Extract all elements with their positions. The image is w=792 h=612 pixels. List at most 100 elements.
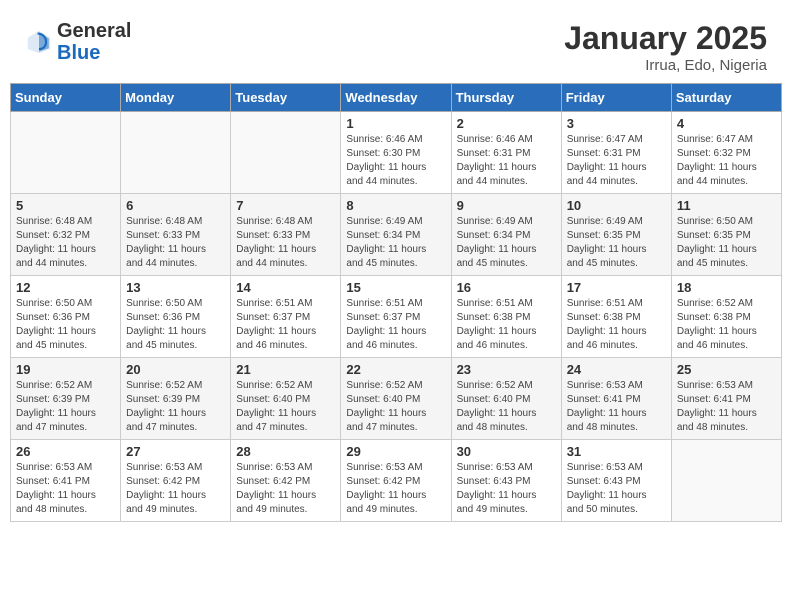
day-cell: 6 Sunrise: 6:48 AM Sunset: 6:33 PM Daylig… xyxy=(121,194,231,276)
day-number: 19 xyxy=(16,362,115,377)
day-cell: 19 Sunrise: 6:52 AM Sunset: 6:39 PM Dayli… xyxy=(11,358,121,440)
day-number: 6 xyxy=(126,198,225,213)
weekday-header-saturday: Saturday xyxy=(671,84,781,112)
day-cell: 22Sunrise: 6:52 AM Sunset: 6:40 PM Dayli… xyxy=(341,358,451,440)
day-info: Sunrise: 6:49 AM Sunset: 6:34 PM Dayligh… xyxy=(346,215,445,271)
day-info: Sunrise: 6:53 AM Sunset: 6:43 PM Dayligh… xyxy=(457,461,556,517)
day-number: 10 xyxy=(567,198,666,213)
day-cell: 29 Sunrise: 6:53 AM Sunset: 6:42 PM Dayli… xyxy=(341,440,451,522)
title-block: January 2025 Irrua, Edo, Nigeria xyxy=(564,20,767,74)
day-cell: 13 Sunrise: 6:50 AM Sunset: 6:36 PM Dayli… xyxy=(121,276,231,358)
day-number: 14 xyxy=(236,280,335,295)
day-number: 5 xyxy=(16,198,115,213)
day-info: Sunrise: 6:47 AM Sunset: 6:32 PM Dayligh… xyxy=(677,133,776,189)
day-info: Sunrise: 6:48 AM Sunset: 6:32 PM Dayligh… xyxy=(16,215,115,271)
day-info: Sunrise: 6:49 AM Sunset: 6:34 PM Dayligh… xyxy=(457,215,556,271)
day-info: Sunrise: 6:49 AM Sunset: 6:35 PM Dayligh… xyxy=(567,215,666,271)
day-cell: 30 Sunrise: 6:53 AM Sunset: 6:43 PM Dayli… xyxy=(451,440,561,522)
calendar-subtitle: Irrua, Edo, Nigeria xyxy=(564,57,767,74)
day-number: 4 xyxy=(677,116,776,131)
weekday-header-monday: Monday xyxy=(121,84,231,112)
day-info: Sunrise: 6:52 AM Sunset: 6:40 PM Dayligh… xyxy=(236,379,335,435)
day-cell: 27Sunrise: 6:53 AM Sunset: 6:42 PM Dayli… xyxy=(121,440,231,522)
day-number: 2 xyxy=(457,116,556,131)
day-cell xyxy=(671,440,781,522)
day-number: 11 xyxy=(677,198,776,213)
day-cell: 18 Sunrise: 6:52 AM Sunset: 6:38 PM Dayli… xyxy=(671,276,781,358)
weekday-header-wednesday: Wednesday xyxy=(341,84,451,112)
day-info: Sunrise: 6:48 AM Sunset: 6:33 PM Dayligh… xyxy=(126,215,225,271)
day-number: 31 xyxy=(567,444,666,459)
day-cell xyxy=(121,112,231,194)
day-number: 30 xyxy=(457,444,556,459)
day-number: 24 xyxy=(567,362,666,377)
day-number: 21 xyxy=(236,362,335,377)
day-info: Sunrise: 6:52 AM Sunset: 6:40 PM Dayligh… xyxy=(457,379,556,435)
day-number: 23 xyxy=(457,362,556,377)
day-number: 29 xyxy=(346,444,445,459)
day-number: 20 xyxy=(126,362,225,377)
day-cell: 7 Sunrise: 6:48 AM Sunset: 6:33 PM Daylig… xyxy=(231,194,341,276)
logo-icon xyxy=(25,28,53,56)
day-number: 1 xyxy=(346,116,445,131)
day-cell: 26 Sunrise: 6:53 AM Sunset: 6:41 PM Dayli… xyxy=(11,440,121,522)
weekday-header-tuesday: Tuesday xyxy=(231,84,341,112)
day-cell: 24Sunrise: 6:53 AM Sunset: 6:41 PM Dayli… xyxy=(561,358,671,440)
day-cell: 25Sunrise: 6:53 AM Sunset: 6:41 PM Dayli… xyxy=(671,358,781,440)
logo-blue: Blue xyxy=(57,42,100,64)
week-row-1: 1 Sunrise: 6:46 AM Sunset: 6:30 PM Daylig… xyxy=(11,112,782,194)
page-header: General Blue January 2025 Irrua, Edo, Ni… xyxy=(10,10,782,79)
day-info: Sunrise: 6:53 AM Sunset: 6:43 PM Dayligh… xyxy=(567,461,666,517)
day-cell: 31 Sunrise: 6:53 AM Sunset: 6:43 PM Dayli… xyxy=(561,440,671,522)
day-number: 26 xyxy=(16,444,115,459)
day-info: Sunrise: 6:46 AM Sunset: 6:30 PM Dayligh… xyxy=(346,133,445,189)
day-cell: 4 Sunrise: 6:47 AM Sunset: 6:32 PM Daylig… xyxy=(671,112,781,194)
day-info: Sunrise: 6:53 AM Sunset: 6:42 PM Dayligh… xyxy=(346,461,445,517)
day-cell: 28Sunrise: 6:53 AM Sunset: 6:42 PM Dayli… xyxy=(231,440,341,522)
calendar-table: SundayMondayTuesdayWednesdayThursdayFrid… xyxy=(10,83,782,522)
day-cell: 17 Sunrise: 6:51 AM Sunset: 6:38 PM Dayli… xyxy=(561,276,671,358)
day-number: 13 xyxy=(126,280,225,295)
day-cell: 16 Sunrise: 6:51 AM Sunset: 6:38 PM Dayli… xyxy=(451,276,561,358)
day-number: 16 xyxy=(457,280,556,295)
week-row-3: 12 Sunrise: 6:50 AM Sunset: 6:36 PM Dayli… xyxy=(11,276,782,358)
day-cell: 12 Sunrise: 6:50 AM Sunset: 6:36 PM Dayli… xyxy=(11,276,121,358)
day-info: Sunrise: 6:53 AM Sunset: 6:41 PM Dayligh… xyxy=(677,379,776,435)
day-info: Sunrise: 6:50 AM Sunset: 6:36 PM Dayligh… xyxy=(126,297,225,353)
day-info: Sunrise: 6:50 AM Sunset: 6:36 PM Dayligh… xyxy=(16,297,115,353)
day-number: 22 xyxy=(346,362,445,377)
day-info: Sunrise: 6:51 AM Sunset: 6:38 PM Dayligh… xyxy=(457,297,556,353)
day-number: 28 xyxy=(236,444,335,459)
day-info: Sunrise: 6:48 AM Sunset: 6:33 PM Dayligh… xyxy=(236,215,335,271)
day-number: 12 xyxy=(16,280,115,295)
day-info: Sunrise: 6:52 AM Sunset: 6:39 PM Dayligh… xyxy=(126,379,225,435)
day-info: Sunrise: 6:47 AM Sunset: 6:31 PM Dayligh… xyxy=(567,133,666,189)
day-info: Sunrise: 6:52 AM Sunset: 6:38 PM Dayligh… xyxy=(677,297,776,353)
calendar-title: January 2025 xyxy=(564,20,767,57)
day-cell: 10 Sunrise: 6:49 AM Sunset: 6:35 PM Dayli… xyxy=(561,194,671,276)
weekday-header-sunday: Sunday xyxy=(11,84,121,112)
day-cell: 5 Sunrise: 6:48 AM Sunset: 6:32 PM Daylig… xyxy=(11,194,121,276)
logo-text: General Blue xyxy=(57,20,131,64)
day-info: Sunrise: 6:51 AM Sunset: 6:38 PM Dayligh… xyxy=(567,297,666,353)
day-info: Sunrise: 6:52 AM Sunset: 6:39 PM Dayligh… xyxy=(16,379,115,435)
day-cell: 9 Sunrise: 6:49 AM Sunset: 6:34 PM Daylig… xyxy=(451,194,561,276)
day-number: 3 xyxy=(567,116,666,131)
day-number: 17 xyxy=(567,280,666,295)
week-row-2: 5 Sunrise: 6:48 AM Sunset: 6:32 PM Daylig… xyxy=(11,194,782,276)
weekday-header-thursday: Thursday xyxy=(451,84,561,112)
day-cell: 20 Sunrise: 6:52 AM Sunset: 6:39 PM Dayli… xyxy=(121,358,231,440)
day-info: Sunrise: 6:46 AM Sunset: 6:31 PM Dayligh… xyxy=(457,133,556,189)
day-number: 8 xyxy=(346,198,445,213)
day-number: 7 xyxy=(236,198,335,213)
week-row-5: 26 Sunrise: 6:53 AM Sunset: 6:41 PM Dayli… xyxy=(11,440,782,522)
day-info: Sunrise: 6:53 AM Sunset: 6:41 PM Dayligh… xyxy=(16,461,115,517)
day-cell xyxy=(231,112,341,194)
weekday-header-row: SundayMondayTuesdayWednesdayThursdayFrid… xyxy=(11,84,782,112)
day-number: 18 xyxy=(677,280,776,295)
week-row-4: 19 Sunrise: 6:52 AM Sunset: 6:39 PM Dayli… xyxy=(11,358,782,440)
day-number: 9 xyxy=(457,198,556,213)
day-info: Sunrise: 6:53 AM Sunset: 6:42 PM Dayligh… xyxy=(126,461,225,517)
day-cell: 3 Sunrise: 6:47 AM Sunset: 6:31 PM Daylig… xyxy=(561,112,671,194)
day-cell: 23 Sunrise: 6:52 AM Sunset: 6:40 PM Dayli… xyxy=(451,358,561,440)
